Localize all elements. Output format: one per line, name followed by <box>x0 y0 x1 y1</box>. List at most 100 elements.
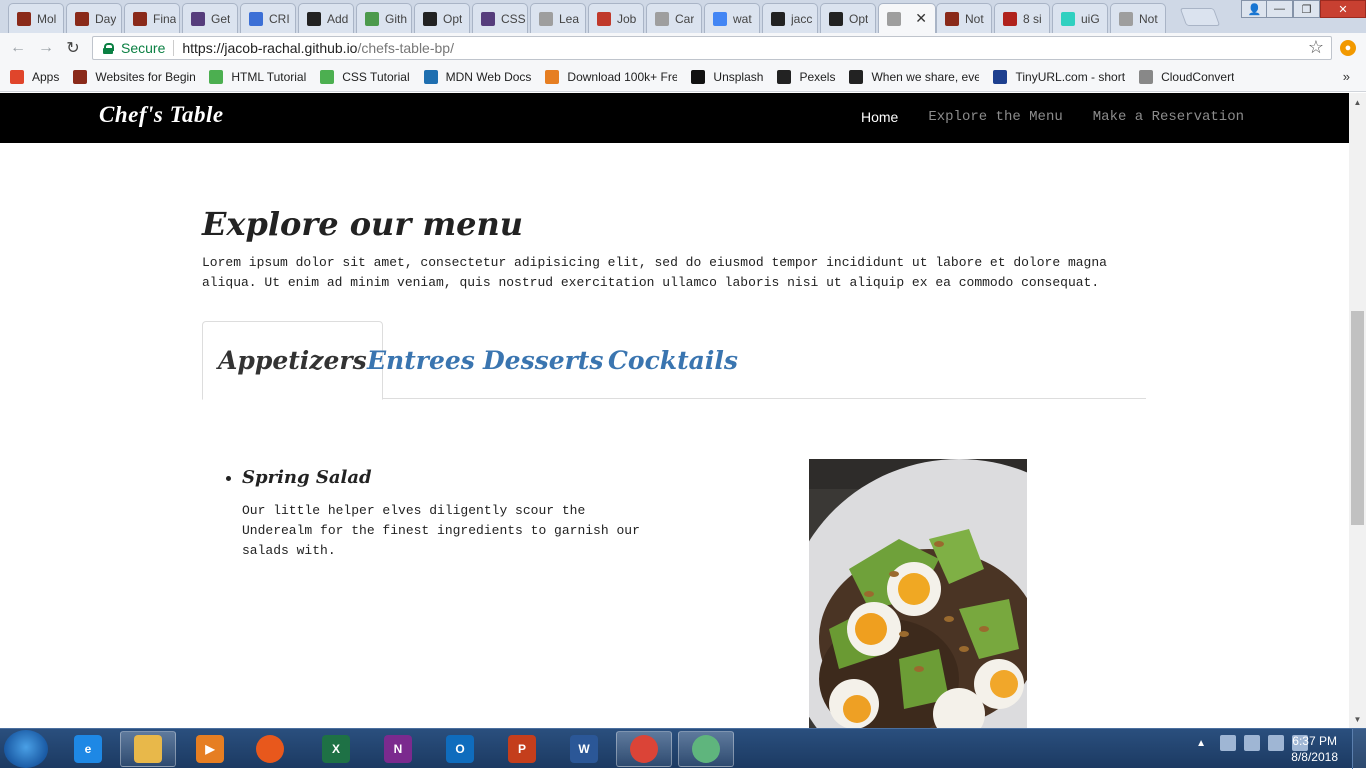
cow-icon <box>945 11 959 26</box>
bookmarks-overflow-icon[interactable]: » <box>1343 69 1350 84</box>
bookmark-item[interactable]: Pexels <box>777 70 835 84</box>
browser-tab[interactable]: Not <box>1110 3 1166 33</box>
maximize-button[interactable]: ❐ <box>1293 0 1320 18</box>
page-scrollbar[interactable]: ▲ ▼ <box>1349 93 1366 728</box>
new-tab-button[interactable] <box>1179 8 1221 26</box>
bookmark-item[interactable]: Apps <box>10 70 59 84</box>
bookmarks-bar: Apps Websites for Beginn HTML Tutorial CSS … <box>0 63 1366 92</box>
taskbar-atom[interactable] <box>678 731 734 767</box>
bookmark-item[interactable]: Download 100k+ Fre <box>545 70 677 84</box>
avocado-toast-image <box>809 459 1027 728</box>
start-button[interactable] <box>4 730 48 768</box>
bookmark-item[interactable]: MDN Web Docs <box>423 70 532 84</box>
nav-link-reservation[interactable]: Make a Reservation <box>1093 109 1244 125</box>
scroll-up-arrow-icon[interactable]: ▲ <box>1349 95 1366 109</box>
file-explorer-icon <box>134 735 162 763</box>
url-text[interactable]: https://jacob-rachal.github.io/chefs-tab… <box>182 40 454 56</box>
show-desktop-button[interactable] <box>1352 729 1366 769</box>
taskbar-internet-explorer[interactable]: e <box>60 731 116 767</box>
reload-button[interactable]: ↻ <box>63 38 83 58</box>
browser-tab[interactable]: wat <box>704 3 760 33</box>
excel-icon: X <box>322 735 350 763</box>
job-icon <box>597 11 611 26</box>
forward-button[interactable]: → <box>36 38 56 58</box>
tab-cocktails[interactable]: Cocktails <box>593 321 753 399</box>
taskbar-outlook[interactable]: O <box>432 731 488 767</box>
network-icon[interactable] <box>1268 735 1284 751</box>
taskbar-powerpoint[interactable]: P <box>494 731 550 767</box>
browser-tab[interactable]: Day <box>66 3 122 33</box>
browser-tab[interactable]: Opt <box>820 3 876 33</box>
bookmark-item[interactable]: CloudConvert <box>1139 70 1234 84</box>
browser-tab[interactable]: Fina <box>124 3 180 33</box>
system-clock[interactable]: 6:37 PM 8/8/2018 <box>1291 733 1338 765</box>
browser-tab-title: jacc <box>791 11 813 26</box>
taskbar-onenote[interactable]: N <box>370 731 426 767</box>
taskbar-chrome[interactable] <box>616 731 672 767</box>
browser-tab[interactable]: Get <box>182 3 238 33</box>
taskbar-media-player[interactable]: ▶ <box>182 731 238 767</box>
bookmark-label: MDN Web Docs <box>445 70 532 84</box>
browser-tab[interactable]: Add <box>298 3 354 33</box>
bookmark-item[interactable]: HTML Tutorial <box>209 70 306 84</box>
taskbar-firefox[interactable] <box>242 731 298 767</box>
profile-icon[interactable]: 👤 <box>1241 0 1268 18</box>
menu-intro-text: Lorem ipsum dolor sit amet, consectetur … <box>202 255 1107 290</box>
back-button[interactable]: ← <box>8 38 28 58</box>
browser-tab-title: CRI <box>269 11 290 26</box>
site-brand[interactable]: Chef's Table <box>99 102 224 128</box>
bookmark-item[interactable]: Unsplash <box>691 70 763 84</box>
browser-tab[interactable]: Car <box>646 3 702 33</box>
clock-time: 6:37 PM <box>1292 734 1337 748</box>
scroll-down-arrow-icon[interactable]: ▼ <box>1349 712 1366 726</box>
browser-tab[interactable]: Gith <box>356 3 412 33</box>
w3-icon <box>320 70 335 84</box>
secure-label: Secure <box>121 40 166 56</box>
browser-tab[interactable]: jacc <box>762 3 818 33</box>
browser-tab[interactable]: 8 si <box>994 3 1050 33</box>
browser-tab[interactable]: CRI <box>240 3 296 33</box>
grid-icon <box>249 11 263 26</box>
browser-tab[interactable]: ✕ <box>878 3 936 33</box>
nav-link-explore-menu[interactable]: Explore the Menu <box>928 109 1062 125</box>
tray-expand-icon[interactable]: ▲ <box>1196 738 1206 749</box>
close-tab-icon[interactable]: ✕ <box>915 10 927 27</box>
browser-tab[interactable]: Not <box>936 3 992 33</box>
lock-icon <box>103 42 114 54</box>
browser-tab-strip: 👤 — ❐ ✕ Mol Day Fina Get CRI Add Gith Opt CSS Lea… <box>0 0 1366 33</box>
nav-link-home[interactable]: Home <box>861 109 898 125</box>
flag-icon[interactable] <box>1244 735 1260 751</box>
bookmark-star-icon[interactable]: ☆ <box>1308 37 1324 58</box>
browser-tab[interactable]: Opt <box>414 3 470 33</box>
cow-icon <box>75 11 89 26</box>
scrollbar-thumb[interactable] <box>1351 311 1364 525</box>
bookmark-item[interactable]: When we share, eve <box>849 70 979 84</box>
browser-tab[interactable]: CSS <box>472 3 528 33</box>
minimize-button[interactable]: — <box>1266 0 1293 18</box>
address-bar[interactable]: Secure https://jacob-rachal.github.io/ch… <box>92 36 1332 60</box>
bookmark-item[interactable]: TinyURL.com - short <box>993 70 1125 84</box>
word-icon: W <box>570 735 598 763</box>
browser-tab[interactable]: Mol <box>8 3 64 33</box>
browser-tab-title: Add <box>327 11 349 26</box>
cow-icon <box>17 11 31 26</box>
taskbar-word[interactable]: W <box>556 731 612 767</box>
device-icon[interactable] <box>1220 735 1236 751</box>
github-icon <box>423 11 437 26</box>
extension-icon[interactable]: ● <box>1340 40 1356 56</box>
w3-icon <box>209 70 224 84</box>
browser-tab-title: Get <box>211 11 231 26</box>
window-close-button[interactable]: ✕ <box>1320 0 1366 18</box>
apps-icon <box>10 70 24 84</box>
taskbar-excel[interactable]: X <box>308 731 364 767</box>
url-domain: https://jacob-rachal.github.io <box>182 40 358 56</box>
taskbar-file-explorer[interactable] <box>120 731 176 767</box>
cow-icon <box>133 11 147 26</box>
bookmark-item[interactable]: Websites for Beginn <box>73 70 195 84</box>
browser-tab[interactable]: Job <box>588 3 644 33</box>
bookmark-label: CSS Tutorial <box>342 70 410 84</box>
browser-tab[interactable]: uiG <box>1052 3 1108 33</box>
browser-tab[interactable]: Lea <box>530 3 586 33</box>
user-profile-button[interactable]: 👤 <box>1241 0 1268 18</box>
bookmark-item[interactable]: CSS Tutorial <box>320 70 410 84</box>
